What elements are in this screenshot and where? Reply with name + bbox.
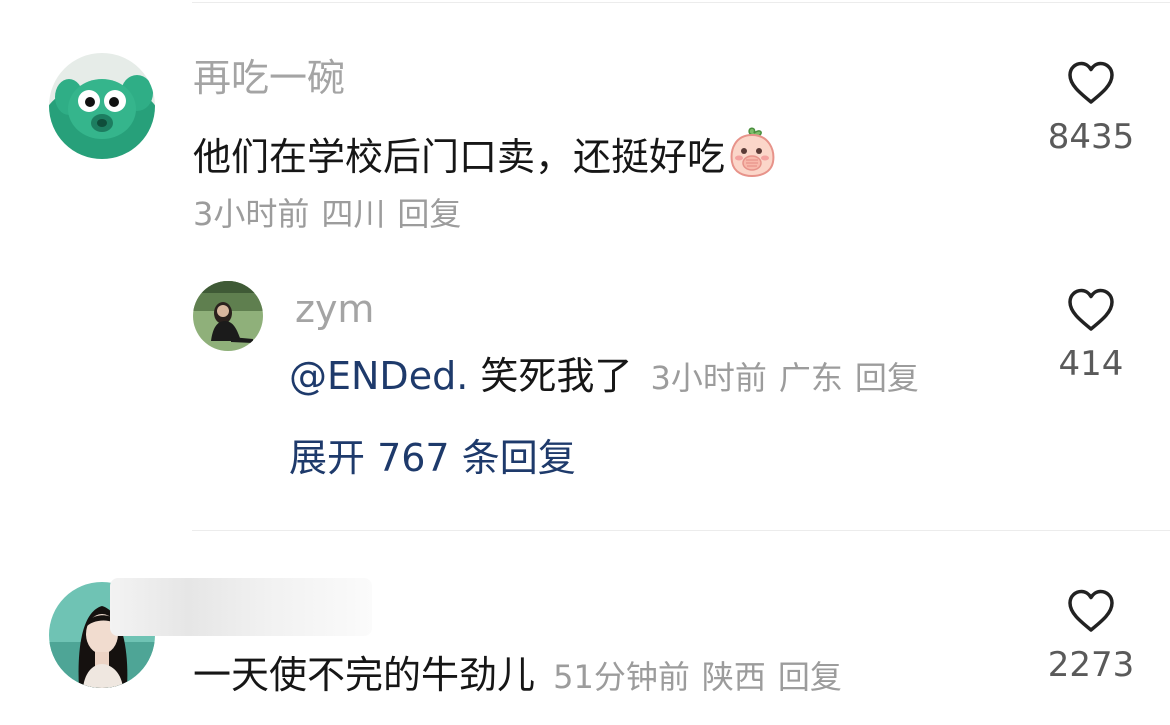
like-button[interactable]: 414: [1031, 287, 1151, 381]
like-button[interactable]: 2273: [1031, 588, 1151, 682]
reply-username[interactable]: zym: [295, 290, 374, 328]
like-count: 2273: [1047, 645, 1135, 685]
reply-button[interactable]: 回复: [397, 195, 461, 233]
comment-meta: 51分钟前 陕西 回复: [553, 658, 854, 696]
comment-text: 一天使不完的牛劲儿 51分钟前 陕西 回复: [193, 656, 854, 694]
like-button[interactable]: 8435: [1031, 60, 1151, 154]
like-count: 414: [1058, 344, 1124, 384]
reply-time: 3小时前: [650, 359, 767, 397]
person-on-grass-avatar-image: [193, 281, 263, 351]
comment-divider: [192, 530, 1170, 531]
mention-link[interactable]: @ENDed.: [289, 354, 468, 398]
reply-meta: 3小时前 广东 回复: [650, 359, 930, 397]
heart-icon: [1068, 589, 1114, 632]
comment-text-body: 一天使不完的牛劲儿: [193, 653, 536, 697]
like-count: 8435: [1047, 117, 1135, 157]
comment-text: 他们在学校后门口卖，还挺好吃: [193, 126, 777, 184]
comment-location: 四川: [321, 195, 386, 233]
comment-username[interactable]: 再吃一碗: [193, 59, 345, 97]
comment-text-body: 他们在学校后门口卖，还挺好吃: [193, 135, 726, 179]
heart-icon: [1068, 61, 1114, 104]
peach-covering-mouth-emoji-icon: [727, 126, 777, 184]
comment-time: 51分钟前: [553, 658, 690, 696]
expand-replies-button[interactable]: 展开 767 条回复: [289, 439, 576, 477]
blurred-username: [110, 578, 372, 636]
reply-location: 广东: [778, 359, 843, 397]
heart-icon: [1068, 288, 1114, 331]
top-divider: [192, 2, 1170, 3]
reply-text: @ENDed. 笑死我了 3小时前 广东 回复: [289, 357, 931, 395]
comment-meta: 3小时前 四川 回复: [193, 198, 473, 230]
comment-time: 3小时前: [193, 195, 310, 233]
green-monster-avatar-image: [49, 53, 155, 159]
reply-button[interactable]: 回复: [855, 359, 919, 397]
reply-text-body: 笑死我了: [480, 354, 633, 398]
reply-button[interactable]: 回复: [778, 658, 842, 696]
avatar[interactable]: [49, 53, 155, 159]
avatar[interactable]: [193, 281, 263, 351]
comment-location: 陕西: [701, 658, 766, 696]
